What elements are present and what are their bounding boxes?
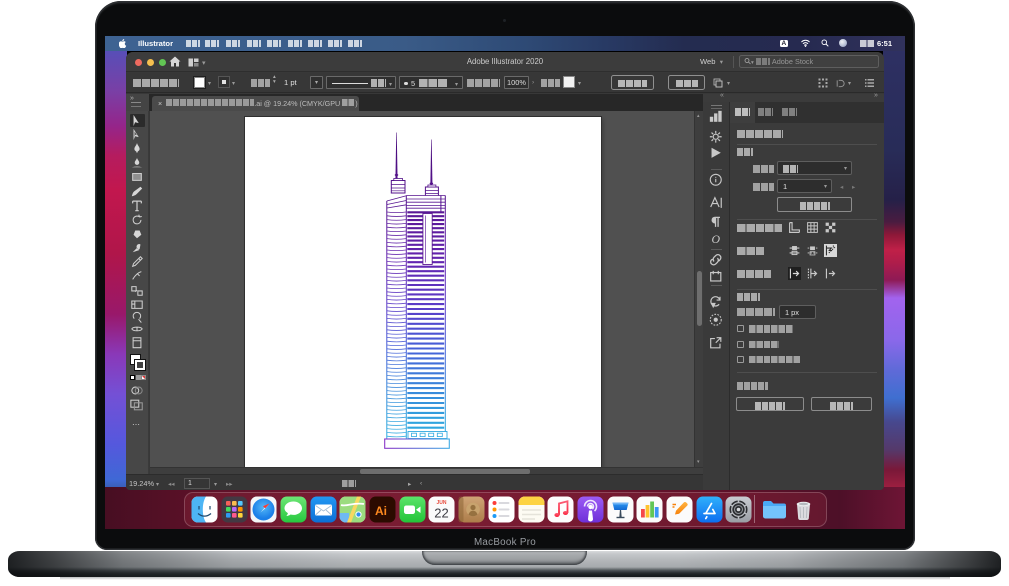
svg-text:O: O [712,232,721,246]
svg-text:22: 22 [435,505,449,520]
svg-text:Ai: Ai [375,504,387,518]
